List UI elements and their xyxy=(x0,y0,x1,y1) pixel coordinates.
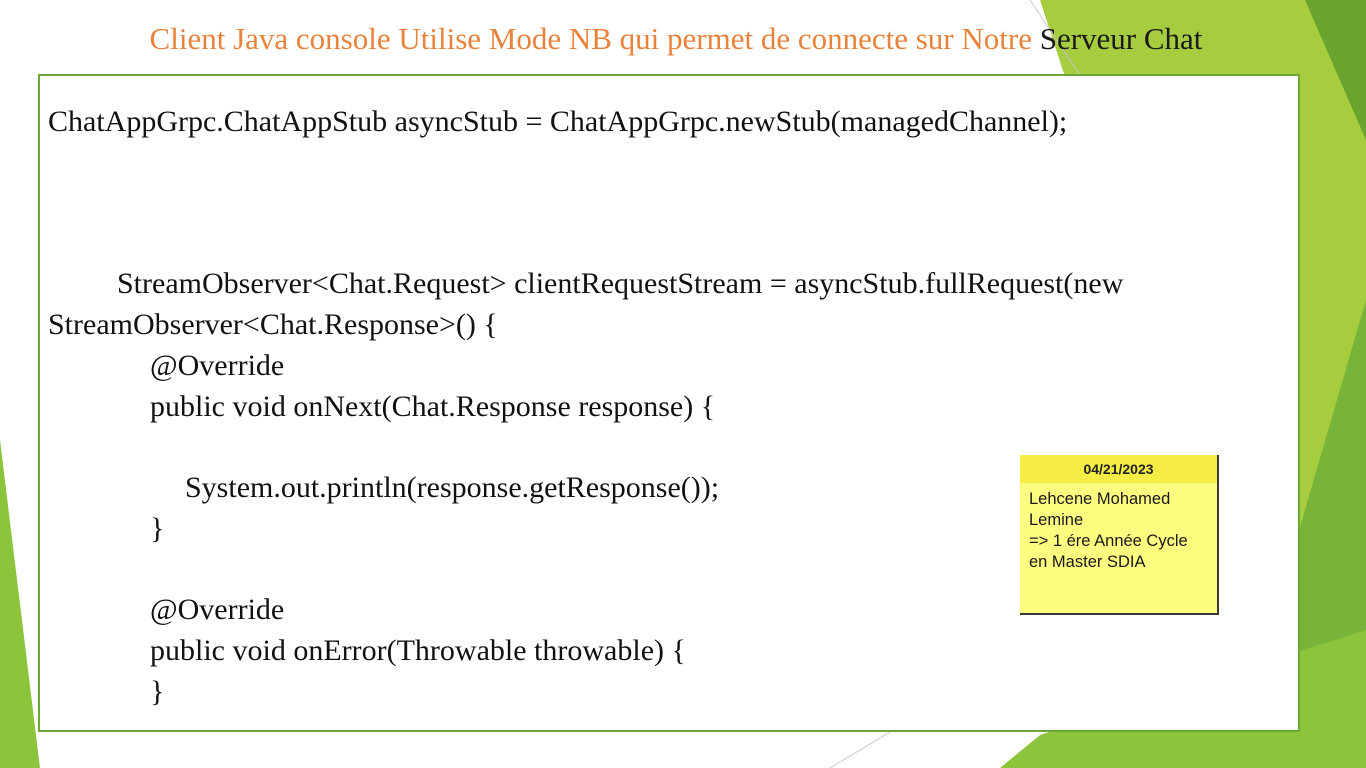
sticky-note-line: => 1 ére Année Cycle xyxy=(1029,532,1188,550)
slide: Client Java console Utilise Mode NB qui … xyxy=(0,0,1366,768)
slide-title-part1: Client Java console Utilise Mode NB qui … xyxy=(149,21,1032,56)
slide-title-part2: Serveur Chat xyxy=(1039,21,1203,56)
code-line: } xyxy=(150,512,165,545)
green-shape-left xyxy=(0,440,40,768)
sticky-note-line: Lemine xyxy=(1029,511,1084,529)
sticky-note-line: Lehcene Mohamed xyxy=(1029,490,1171,508)
code-box: ChatAppGrpc.ChatAppStub asyncStub = Chat… xyxy=(38,74,1300,732)
code-line: @Override xyxy=(150,593,285,626)
code-line: StreamObserver<Chat.Response>() { xyxy=(48,308,498,341)
code-line: } xyxy=(150,675,165,708)
sticky-note-body: Lehcene Mohamed Lemine => 1 ére Année Cy… xyxy=(1020,483,1217,573)
code-line: ChatAppGrpc.ChatAppStub asyncStub = Chat… xyxy=(48,105,1068,138)
decor-line-bottom xyxy=(829,731,891,768)
slide-title: Client Java console Utilise Mode NB qui … xyxy=(0,20,1352,58)
code-line: System.out.println(response.getResponse(… xyxy=(185,471,720,504)
code-line: @Override xyxy=(150,349,285,382)
code-line: public void onError(Throwable throwable)… xyxy=(150,634,686,667)
code-line: StreamObserver<Chat.Request> clientReque… xyxy=(117,267,1124,300)
sticky-note[interactable]: 04/21/2023 Lehcene Mohamed Lemine => 1 é… xyxy=(1020,455,1219,615)
code-line: public void onNext(Chat.Response respons… xyxy=(150,390,716,423)
sticky-note-line: en Master SDIA xyxy=(1029,553,1146,571)
sticky-note-date: 04/21/2023 xyxy=(1020,455,1217,483)
